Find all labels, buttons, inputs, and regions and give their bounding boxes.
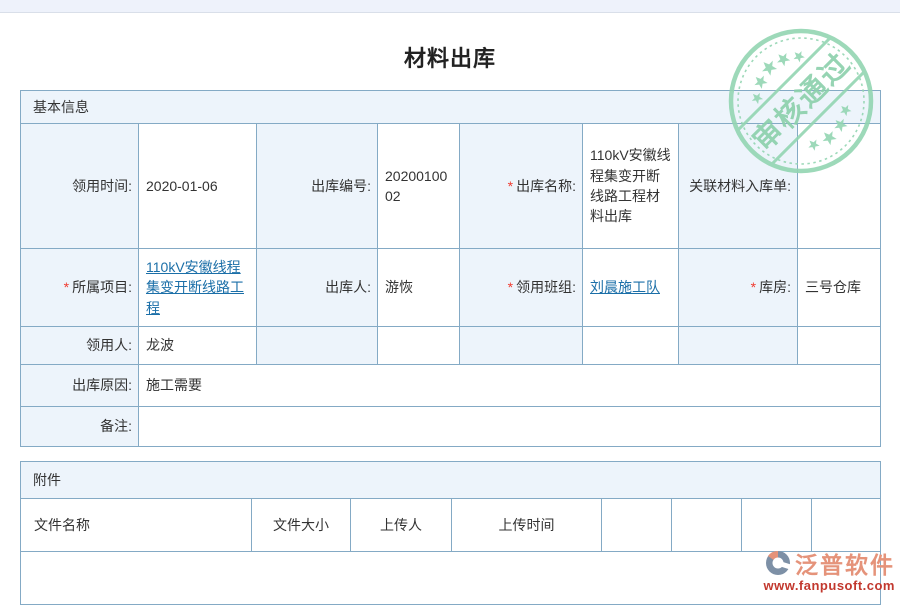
page-title: 材料出库 (0, 41, 900, 73)
value-project: 110kV安徽线程集变开断线路工程 (139, 249, 257, 327)
top-bar (0, 0, 900, 13)
fanpu-logo: 泛普软件 www.fanpusoft.com (763, 546, 895, 593)
label-picker: 领用人: (21, 327, 139, 365)
value-linked-inbound (798, 124, 881, 249)
pickup-team-link[interactable]: 刘晨施工队 (590, 279, 660, 295)
label-warehouse: *库房: (679, 249, 798, 327)
fanpu-logo-text: 泛普软件 (795, 546, 895, 580)
value-remark (139, 407, 881, 447)
label-project: *所属项目: (21, 249, 139, 327)
value-outbound-reason: 施工需要 (139, 365, 881, 407)
required-asterisk: * (751, 279, 756, 295)
col-header-empty (812, 499, 881, 552)
col-header-empty (742, 499, 812, 552)
required-asterisk: * (508, 178, 513, 194)
label-pickup-time: 领用时间: (21, 124, 139, 249)
basic-info-table: 基本信息 领用时间: 2020-01-06 出库编号: 2020010002 *… (20, 90, 881, 447)
fanpu-logo-url: www.fanpusoft.com (763, 578, 895, 593)
col-header-empty (602, 499, 672, 552)
label-outbound-name-text: 出库名称: (516, 178, 576, 194)
value-outbound-no: 2020010002 (378, 124, 460, 249)
value-outbound-name: 110kV安徽线程集变开断线路工程材料出库 (583, 124, 679, 249)
value-issuer: 游恢 (378, 249, 460, 327)
attachments-empty-row (21, 552, 881, 605)
col-header-upload-time: 上传时间 (452, 499, 602, 552)
value-pickup-time: 2020-01-06 (139, 124, 257, 249)
col-header-empty (672, 499, 742, 552)
empty-label-cell (460, 327, 583, 365)
label-outbound-name: *出库名称: (460, 124, 583, 249)
label-issuer: 出库人: (257, 249, 378, 327)
section-header-attachments: 附件 (21, 462, 881, 499)
empty-value-cell (378, 327, 460, 365)
label-outbound-reason: 出库原因: (21, 365, 139, 407)
project-link[interactable]: 110kV安徽线程集变开断线路工程 (146, 259, 244, 316)
section-header-basic-info: 基本信息 (21, 91, 881, 124)
label-pickup-team-text: 领用班组: (516, 279, 576, 295)
fanpu-logo-icon (764, 549, 792, 577)
required-asterisk: * (64, 279, 69, 295)
label-remark: 备注: (21, 407, 139, 447)
empty-label-cell (679, 327, 798, 365)
col-header-file-size: 文件大小 (252, 499, 351, 552)
value-warehouse: 三号仓库 (798, 249, 881, 327)
label-project-text: 所属项目: (72, 279, 132, 295)
form-content: 基本信息 领用时间: 2020-01-06 出库编号: 2020010002 *… (20, 90, 880, 605)
col-header-uploader: 上传人 (351, 499, 452, 552)
label-warehouse-text: 库房: (759, 279, 791, 295)
required-asterisk: * (508, 279, 513, 295)
empty-value-cell (798, 327, 881, 365)
empty-value-cell (583, 327, 679, 365)
label-outbound-no: 出库编号: (257, 124, 378, 249)
value-picker: 龙波 (139, 327, 257, 365)
value-pickup-team: 刘晨施工队 (583, 249, 679, 327)
label-pickup-team: *领用班组: (460, 249, 583, 327)
label-linked-inbound: 关联材料入库单: (679, 124, 798, 249)
col-header-file-name: 文件名称 (21, 499, 252, 552)
empty-label-cell (257, 327, 378, 365)
attachments-table: 附件 文件名称 文件大小 上传人 上传时间 (20, 461, 881, 605)
